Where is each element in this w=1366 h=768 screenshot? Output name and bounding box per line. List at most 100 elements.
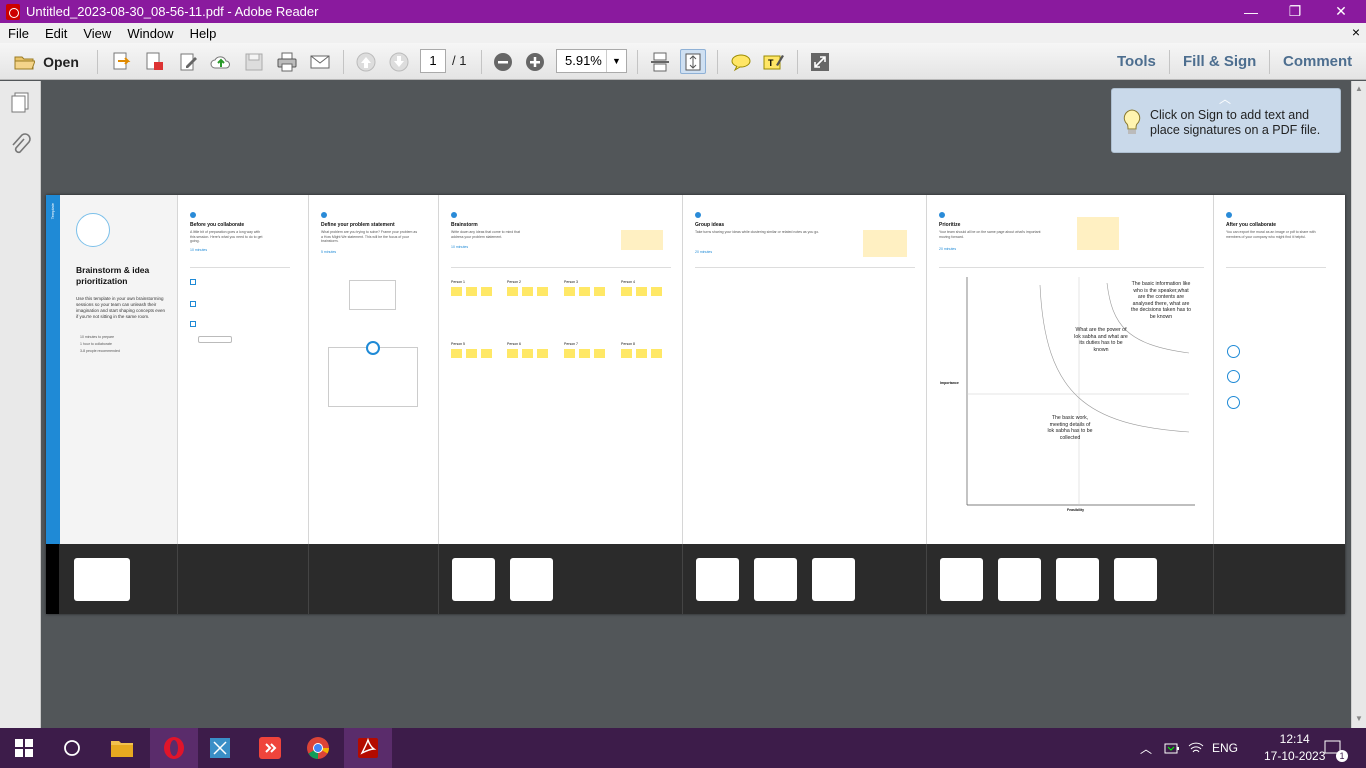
matrix-note: The basic information like who is the sp… (1131, 281, 1191, 320)
thumbnail-card (998, 558, 1041, 601)
restore-button[interactable]: ❐ (1272, 0, 1318, 23)
zoom-in-icon[interactable] (523, 49, 547, 74)
print-icon[interactable] (274, 49, 300, 74)
scrolling-mode-icon[interactable] (648, 49, 672, 74)
section-title: Group ideas (695, 222, 725, 228)
menu-view[interactable]: View (75, 26, 119, 41)
matrix-note: What are the power of lok sabha and what… (1074, 327, 1128, 353)
window-title: Untitled_2023-08-30_08-56-11.pdf - Adobe… (26, 4, 319, 19)
title-bar: Untitled_2023-08-30_08-56-11.pdf - Adobe… (0, 0, 1366, 23)
priority-matrix (966, 277, 1195, 506)
thumbnail-card (696, 558, 739, 601)
notification-center-icon[interactable]: 1 (1324, 728, 1348, 768)
person-label: Person 7 (564, 342, 579, 346)
section-desc: A little bit of preparation goes a long … (190, 230, 263, 243)
open-label: Open (43, 53, 79, 70)
language-indicator[interactable]: ENG (1212, 728, 1238, 768)
intro-bullet: 10 minutes to prepare (80, 335, 115, 339)
section-title: Brainstorm (451, 222, 478, 228)
sign-tip-text: Click on Sign to add text and place sign… (1150, 108, 1321, 137)
previous-page-icon[interactable] (354, 49, 378, 74)
section-title: After you collaborate (1226, 222, 1277, 228)
file-explorer-icon[interactable] (98, 728, 146, 768)
sign-tip-popup: ︿ Click on Sign to add text and place si… (1111, 88, 1341, 153)
sticky-note-icon[interactable] (728, 49, 754, 74)
chevron-down-icon[interactable]: ▼ (606, 50, 626, 72)
thumbnail-card (754, 558, 797, 601)
full-screen-icon[interactable] (807, 49, 833, 74)
tools-button[interactable]: Tools (1117, 53, 1156, 70)
chrome-icon[interactable] (294, 728, 342, 768)
menu-file[interactable]: File (0, 26, 37, 41)
close-button[interactable]: ✕ (1318, 0, 1364, 23)
person-label: Person 2 (507, 280, 522, 284)
page-number-input[interactable]: 1 (420, 49, 446, 73)
vertical-scrollbar[interactable]: ▲ ▼ (1351, 81, 1366, 728)
anydesk-icon[interactable] (246, 728, 294, 768)
page-thumbnails-icon[interactable] (8, 91, 32, 120)
svg-text:T: T (768, 58, 774, 68)
highlight-text-icon[interactable]: T (760, 49, 786, 74)
lightbulb-icon (1122, 108, 1142, 141)
adobe-reader-taskbar-icon[interactable] (344, 728, 392, 768)
zoom-out-icon[interactable] (491, 49, 515, 74)
adobe-reader-icon (6, 3, 20, 20)
person-label: Person 6 (507, 342, 522, 346)
matrix-note: The basic work, meeting details of lok s… (1047, 415, 1093, 441)
caret-up-icon[interactable]: ︿ (1219, 90, 1231, 107)
intro-bullet: 1 hour to collaborate (80, 342, 112, 346)
attachments-icon[interactable] (8, 133, 32, 162)
wifi-icon[interactable] (1188, 728, 1204, 768)
menu-window[interactable]: Window (119, 26, 181, 41)
thumbnail-card (510, 558, 553, 601)
save-icon[interactable] (243, 49, 265, 74)
pdf-page: Template Brainstorm & idea prioritizatio… (46, 195, 1345, 614)
scroll-down-icon[interactable]: ▼ (1355, 714, 1363, 723)
export-pdf-icon[interactable] (142, 49, 166, 74)
windows-start-icon[interactable] (0, 728, 48, 768)
intro-title: Brainstorm & idea prioritization (76, 265, 150, 286)
folder-icon (14, 56, 36, 69)
snipping-tool-icon[interactable] (196, 728, 244, 768)
create-pdf-icon[interactable] (109, 49, 133, 74)
menu-edit[interactable]: Edit (37, 26, 75, 41)
comment-button[interactable]: Comment (1283, 53, 1352, 70)
thumbnail-card (1056, 558, 1099, 601)
scroll-up-icon[interactable]: ▲ (1355, 84, 1363, 93)
upload-cloud-icon[interactable] (208, 49, 234, 74)
section-desc: What problem are you trying to solve? Fr… (321, 230, 418, 243)
thumbnail-card (812, 558, 855, 601)
search-icon[interactable] (48, 728, 96, 768)
menu-help[interactable]: Help (182, 26, 225, 41)
open-button[interactable]: Open (8, 49, 84, 74)
edit-pdf-icon[interactable] (176, 49, 200, 74)
zoom-value: 5.91% (565, 53, 602, 68)
section-time: 20 minutes (695, 250, 713, 254)
page-total: / 1 (452, 53, 467, 68)
document-close-button[interactable]: × (1352, 24, 1360, 40)
person-label: Person 8 (621, 342, 636, 346)
zoom-select[interactable]: 5.91% ▼ (556, 49, 627, 73)
thumbnail-card (940, 558, 983, 601)
clock[interactable]: 12:14 17-10-2023 (1264, 728, 1325, 768)
fit-page-icon[interactable] (680, 49, 706, 74)
next-page-icon[interactable] (387, 49, 411, 74)
y-axis-label: Importance (940, 381, 959, 385)
section-time: 10 minutes (190, 248, 208, 252)
email-icon[interactable] (307, 49, 333, 74)
section-time: 10 minutes (451, 245, 469, 249)
minimize-button[interactable]: — (1228, 0, 1274, 23)
fill-sign-button[interactable]: Fill & Sign (1183, 53, 1256, 70)
opera-icon[interactable] (150, 728, 198, 768)
section-desc: Write down any ideas that come to mind t… (451, 230, 520, 239)
network-battery-icon[interactable] (1164, 728, 1180, 768)
template-tag: Template (50, 203, 55, 220)
person-label: Person 4 (621, 280, 636, 284)
thumbnail-card (1114, 558, 1157, 601)
thumbnail-card (452, 558, 495, 601)
intro-desc: Use this template in your own brainstorm… (76, 296, 166, 319)
menu-bar: File Edit View Window Help × (0, 23, 1366, 43)
person-label: Person 3 (564, 280, 579, 284)
show-hidden-icons[interactable]: ︿ (1140, 728, 1152, 768)
navigation-panel (0, 81, 41, 728)
